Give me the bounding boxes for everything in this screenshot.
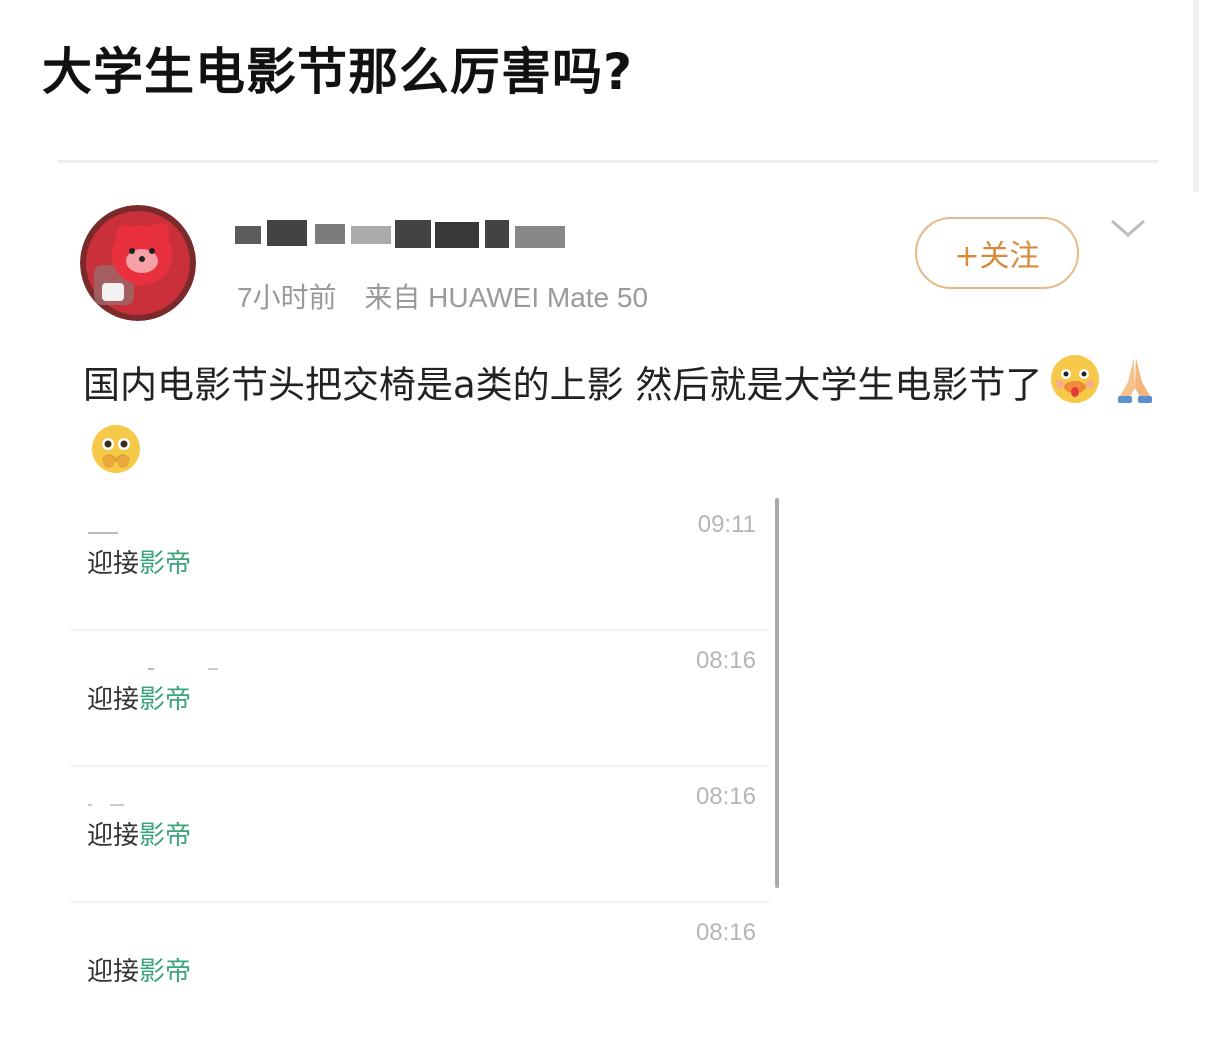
comment-time: 09:11 bbox=[697, 511, 756, 538]
comment-text-prefix: 迎接 bbox=[87, 549, 140, 579]
follow-button[interactable]: +关注 bbox=[915, 217, 1079, 289]
comment-highlight[interactable]: 影帝 bbox=[139, 549, 191, 579]
comment-highlight[interactable]: 影帝 bbox=[139, 821, 191, 851]
avatar[interactable] bbox=[80, 205, 196, 321]
page-title: 大学生电影节那么厉害吗? bbox=[42, 43, 634, 101]
post-time: 7小时前 bbox=[237, 282, 337, 313]
folded-hands-emoji-icon bbox=[1108, 352, 1162, 422]
comment-item[interactable]: 08:16 迎接影帝 bbox=[70, 767, 770, 903]
chevron-down-icon[interactable] bbox=[1108, 215, 1148, 241]
comment-user-blurred[interactable] bbox=[88, 929, 218, 935]
username-blurred[interactable] bbox=[235, 216, 565, 252]
divider bbox=[58, 160, 1158, 163]
edge-strip bbox=[1193, 0, 1199, 192]
comment-item[interactable]: 08:16 迎接影帝 bbox=[70, 631, 770, 767]
comment-highlight[interactable]: 影帝 bbox=[139, 957, 191, 987]
comment-user-blurred[interactable] bbox=[88, 657, 218, 670]
comment-text-prefix: 迎接 bbox=[87, 957, 140, 987]
scrollbar[interactable] bbox=[775, 498, 779, 888]
comment-time: 08:16 bbox=[695, 783, 756, 810]
post-text-content: 国内电影节头把交椅是a类的上影 然后就是大学生电影节了 bbox=[83, 363, 1043, 407]
pleading-face-emoji-icon bbox=[89, 422, 143, 492]
comment-highlight[interactable]: 影帝 bbox=[139, 685, 191, 715]
post-text: 国内电影节头把交椅是a类的上影 然后就是大学生电影节了 bbox=[83, 352, 1163, 492]
comment-user-blurred[interactable] bbox=[88, 521, 218, 534]
comment-text: 迎接影帝 bbox=[87, 951, 191, 988]
comment-time: 08:16 bbox=[695, 919, 756, 946]
comment-user-blurred[interactable] bbox=[88, 793, 218, 806]
comment-text-prefix: 迎接 bbox=[87, 685, 140, 715]
comment-text: 迎接影帝 bbox=[87, 543, 191, 580]
comment-text: 迎接影帝 bbox=[87, 815, 191, 852]
duck-face-emoji-icon bbox=[1048, 352, 1102, 422]
comment-item[interactable]: 09:11 迎接影帝 bbox=[70, 495, 770, 631]
comment-text: 迎接影帝 bbox=[87, 679, 191, 716]
comment-time: 08:16 bbox=[695, 647, 756, 674]
comment-item[interactable]: 08:16 迎接影帝 bbox=[70, 903, 770, 1039]
post-meta: 7小时前 来自 HUAWEI Mate 50 bbox=[237, 276, 668, 316]
post-source: 来自 HUAWEI Mate 50 bbox=[364, 282, 649, 313]
comment-text-prefix: 迎接 bbox=[87, 821, 140, 851]
